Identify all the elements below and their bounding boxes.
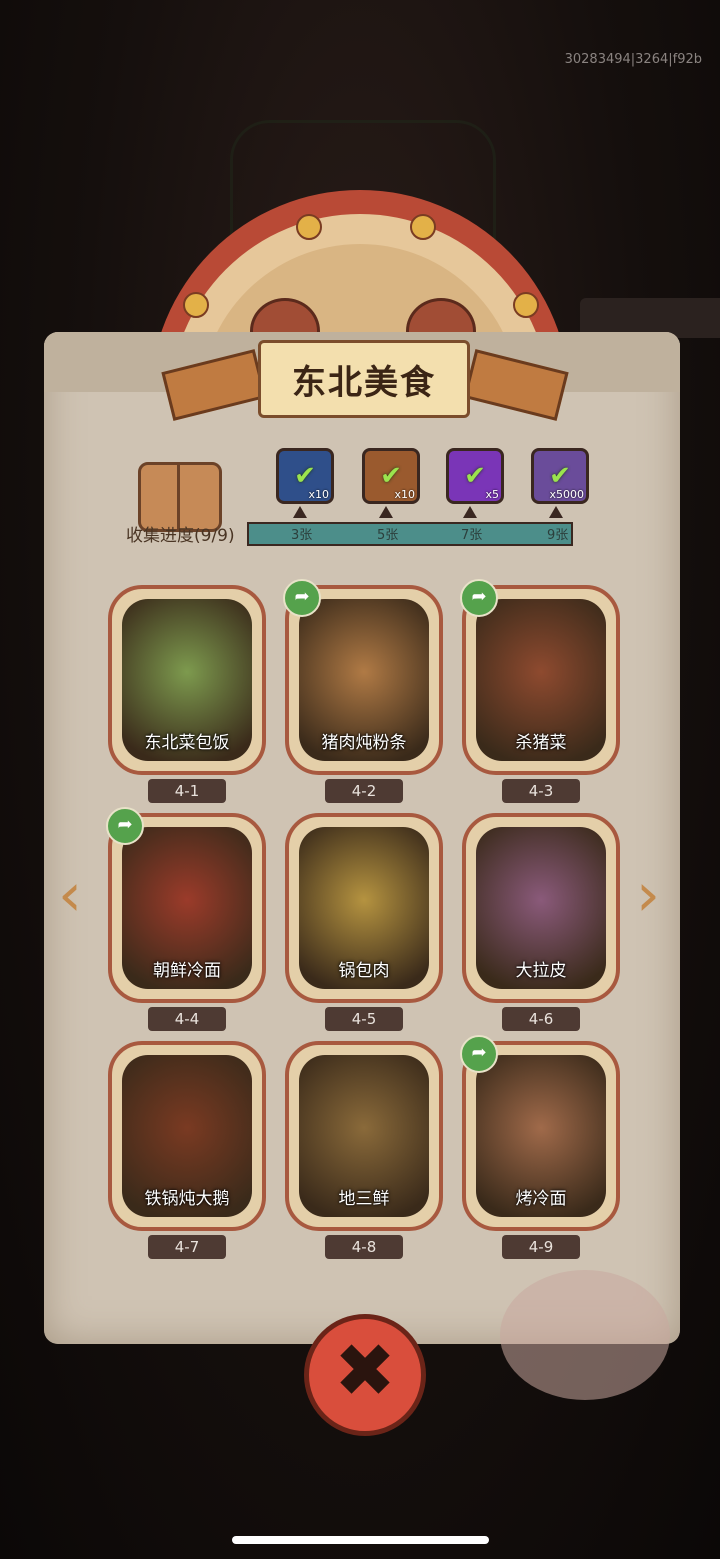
brown-key-box-icon[interactable]: ✔ x10 — [362, 448, 420, 504]
page-title: 东北美食 — [292, 362, 436, 403]
dish-code-label: 4-4 — [148, 1007, 226, 1031]
claimed-check-icon: ✔ — [294, 461, 316, 491]
milestone-label: 3张 — [291, 528, 313, 543]
dish-card[interactable]: 地三鲜 — [285, 1041, 443, 1231]
dish-code-label: 4-2 — [325, 779, 403, 803]
claimed-check-icon: ✔ — [549, 461, 571, 491]
dish-name: 大拉皮 — [515, 961, 567, 981]
dish-name: 铁锅炖大鹅 — [144, 1189, 230, 1209]
dish-name: 锅包肉 — [338, 961, 390, 981]
reward-count: x10 — [308, 488, 329, 501]
dish-code-label: 4-7 — [148, 1235, 226, 1259]
stud-icon — [513, 292, 539, 318]
milestone-marker-icon — [293, 506, 307, 518]
milestone-marker-icon — [379, 506, 393, 518]
stud-icon — [183, 292, 209, 318]
dish-code-label: 4-6 — [502, 1007, 580, 1031]
dish-card[interactable]: 大拉皮 — [462, 813, 620, 1003]
reward-count: x5000 — [549, 488, 584, 501]
milestone-marker-icon — [549, 506, 563, 518]
dish-card[interactable]: 锅包肉 — [285, 813, 443, 1003]
dish-code-label: 4-9 — [502, 1235, 580, 1259]
share-icon[interactable]: ➦ — [460, 579, 498, 617]
dish-name: 地三鲜 — [338, 1189, 390, 1209]
prev-page-arrow-icon[interactable]: ‹ — [50, 860, 90, 930]
dish-name: 东北菜包饭 — [144, 733, 230, 753]
title-banner: 东北美食 — [258, 340, 470, 418]
dish-card[interactable]: 铁锅炖大鹅 — [108, 1041, 266, 1231]
close-button[interactable]: ✖ — [304, 1314, 426, 1436]
purple-gem-icon[interactable]: ✔ x5 — [446, 448, 504, 504]
wax-seal-icon — [500, 1270, 670, 1400]
share-icon[interactable]: ➦ — [460, 1035, 498, 1073]
collection-progress-label: 收集进度(9/9) — [126, 526, 235, 546]
stud-icon — [296, 214, 322, 240]
milestone-label: 5张 — [377, 528, 399, 543]
dish-code-label: 4-5 — [325, 1007, 403, 1031]
milestone-label: 7张 — [461, 528, 483, 543]
stud-icon — [410, 214, 436, 240]
share-icon[interactable]: ➦ — [106, 807, 144, 845]
build-id: 30283494|3264|f92b — [564, 52, 702, 67]
dish-card[interactable]: 东北菜包饭 — [108, 585, 266, 775]
next-page-arrow-icon[interactable]: › — [628, 860, 668, 930]
dish-code-label: 4-8 — [325, 1235, 403, 1259]
purple-ticket-icon[interactable]: ✔ x5000 — [531, 448, 589, 504]
reward-count: x10 — [394, 488, 415, 501]
claimed-check-icon: ✔ — [464, 461, 486, 491]
dish-name: 杀猪菜 — [515, 733, 567, 753]
claimed-check-icon: ✔ — [380, 461, 402, 491]
dish-name: 朝鲜冷面 — [153, 961, 221, 981]
reward-count: x5 — [485, 488, 499, 501]
dish-code-label: 4-1 — [148, 779, 226, 803]
blue-gear-box-icon[interactable]: ✔ x10 — [276, 448, 334, 504]
home-indicator[interactable] — [232, 1536, 489, 1544]
milestone-marker-icon — [463, 506, 477, 518]
dish-name: 烤冷面 — [515, 1189, 567, 1209]
milestone-label: 9张 — [547, 528, 569, 543]
dish-code-label: 4-3 — [502, 779, 580, 803]
dish-name: 猪肉炖粉条 — [321, 733, 407, 753]
share-icon[interactable]: ➦ — [283, 579, 321, 617]
